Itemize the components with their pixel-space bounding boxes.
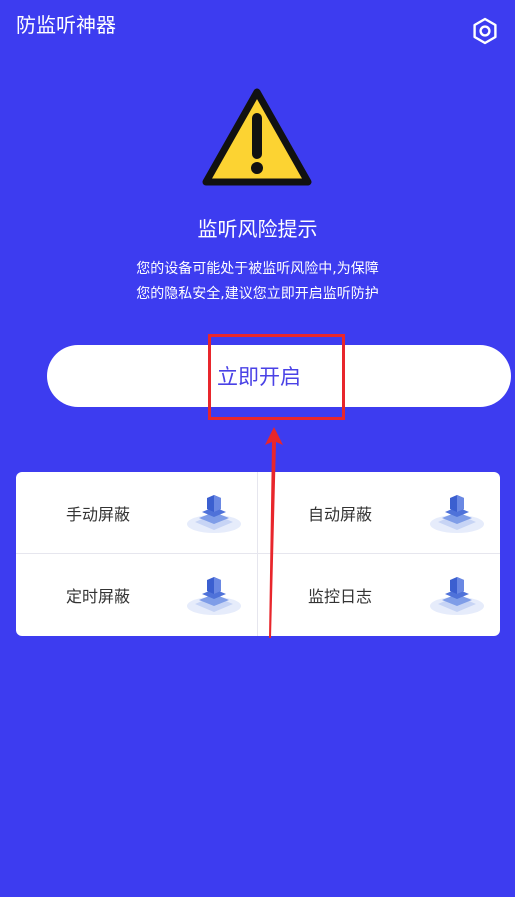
risk-description: 您的设备可能处于被监听风险中,为保障 您的隐私安全,建议您立即开启监听防护 (0, 257, 515, 307)
feature-manual-block[interactable]: 手动屏蔽 (16, 472, 258, 554)
feature-label: 监控日志 (308, 587, 373, 606)
shield-stack-icon (430, 577, 484, 615)
feature-label: 手动屏蔽 (66, 504, 131, 524)
feature-auto-block[interactable]: 自动屏蔽 (258, 472, 500, 554)
warning-icon (202, 88, 312, 186)
app-title: 防监听神器 (16, 13, 116, 37)
feature-grid: 手动屏蔽 自动屏蔽 定时屏蔽 监控日志 (16, 472, 500, 636)
risk-description-line-1: 您的设备可能处于被监听风险中,为保障 (136, 261, 379, 277)
shield-stack-icon (187, 577, 241, 615)
feature-label: 定时屏蔽 (66, 587, 131, 606)
feature-label: 自动屏蔽 (308, 504, 373, 524)
pointer-arrow (265, 427, 283, 638)
settings-button[interactable] (470, 16, 500, 46)
feature-scheduled-block[interactable]: 定时屏蔽 (16, 554, 258, 636)
risk-description-line-2: 您的隐私安全,建议您立即开启监听防护 (136, 286, 379, 302)
shield-stack-icon (187, 494, 241, 533)
feature-monitor-log[interactable]: 监控日志 (258, 554, 500, 636)
settings-icon (473, 17, 497, 45)
risk-title: 监听风险提示 (197, 217, 318, 241)
highlight-box (208, 334, 345, 420)
shield-stack-icon (430, 494, 484, 533)
